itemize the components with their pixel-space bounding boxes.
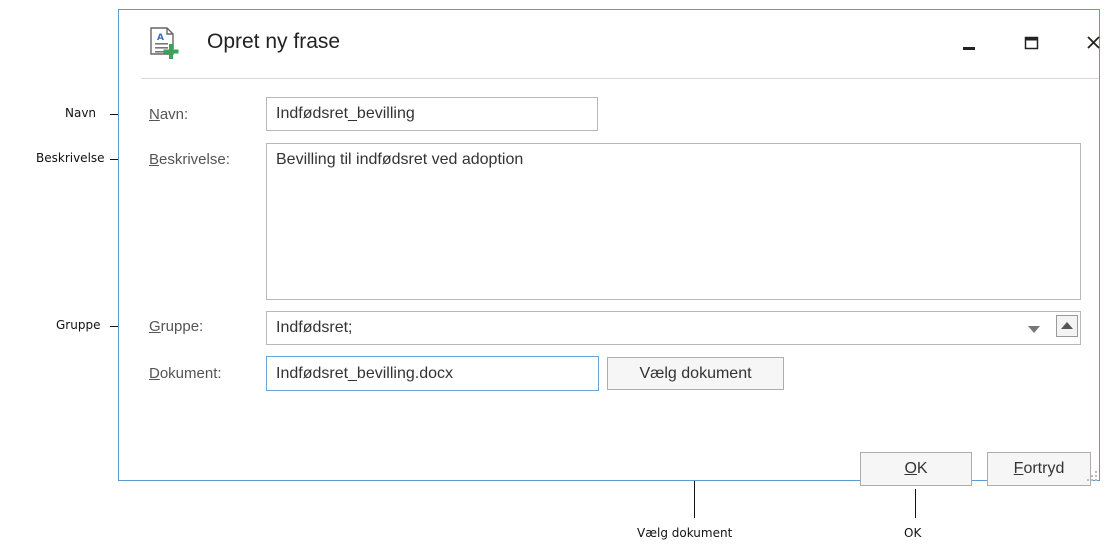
gruppe-field[interactable]: Indfødsret; bbox=[266, 311, 1081, 345]
scroll-up-icon[interactable] bbox=[1056, 315, 1078, 337]
dokument-label: Dokument: bbox=[149, 365, 222, 382]
new-phrase-icon: A bbox=[149, 27, 181, 61]
callout-beskrivelse: Beskrivelse bbox=[36, 151, 105, 165]
maximize-icon[interactable] bbox=[1017, 28, 1047, 58]
create-phrase-dialog: A Opret ny frase Navn: Indfødsret_bevill… bbox=[118, 9, 1100, 486]
dialog-title: Opret ny frase bbox=[207, 30, 341, 53]
ok-button[interactable]: OK bbox=[860, 452, 972, 486]
gruppe-value: Indfødsret; bbox=[276, 319, 353, 336]
callout-line-ok bbox=[915, 489, 916, 518]
svg-text:A: A bbox=[157, 33, 164, 43]
beskrivelse-label: Beskrivelse: bbox=[149, 151, 230, 168]
callout-ok: OK bbox=[904, 526, 922, 540]
choose-document-button[interactable]: Vælg dokument bbox=[607, 357, 784, 390]
dokument-value: Indfødsret_bevilling.docx bbox=[276, 365, 453, 382]
title-bar: A Opret ny frase bbox=[141, 10, 1100, 79]
dropdown-arrow-icon[interactable] bbox=[1024, 312, 1044, 344]
callout-navn: Navn bbox=[65, 106, 97, 120]
callout-vaelg-dokument: Vælg dokument bbox=[637, 526, 733, 540]
cancel-button[interactable]: Fortryd bbox=[987, 452, 1091, 486]
close-icon[interactable] bbox=[1079, 28, 1109, 58]
gruppe-label: Gruppe: bbox=[149, 318, 204, 335]
dokument-input[interactable]: Indfødsret_bevilling.docx bbox=[266, 356, 599, 391]
navn-label: Navn: bbox=[149, 106, 189, 123]
resize-grip-icon[interactable] bbox=[1086, 467, 1098, 481]
callout-gruppe: Gruppe bbox=[56, 318, 101, 332]
beskrivelse-textarea[interactable]: Bevilling til indfødsret ved adoption bbox=[266, 143, 1081, 300]
beskrivelse-value: Bevilling til indfødsret ved adoption bbox=[276, 151, 524, 168]
navn-input[interactable]: Indfødsret_bevilling bbox=[266, 97, 598, 131]
minimize-icon[interactable] bbox=[954, 28, 984, 58]
navn-value: Indfødsret_bevilling bbox=[276, 105, 415, 122]
